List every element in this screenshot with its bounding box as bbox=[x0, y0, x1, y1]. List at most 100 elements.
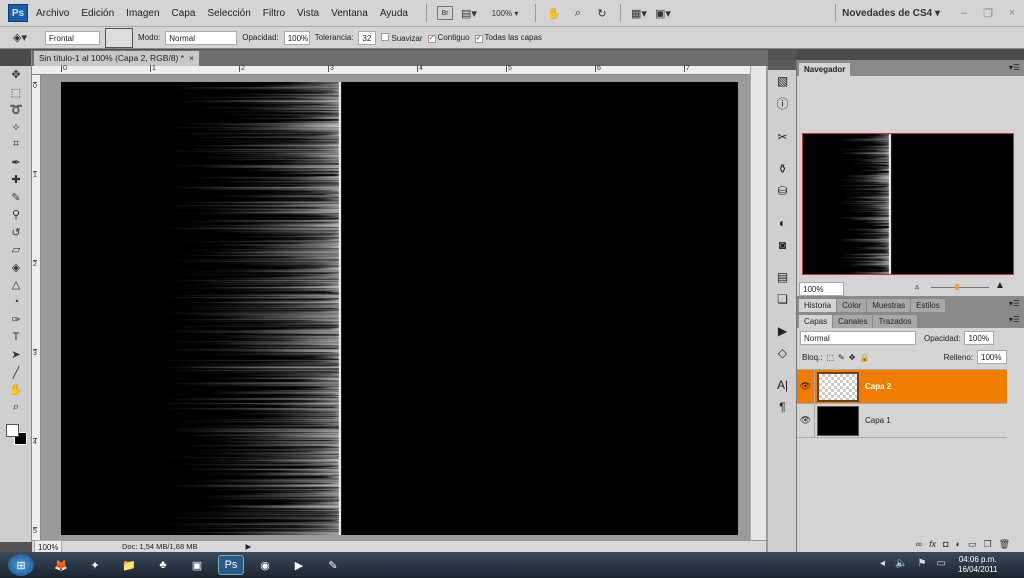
paragraph-icon[interactable]: ¶ bbox=[768, 396, 797, 418]
fill-input[interactable]: 100% bbox=[977, 350, 1007, 364]
network-icon[interactable]: ▭ bbox=[936, 558, 945, 569]
hand-tool-icon[interactable]: ✋ bbox=[0, 381, 32, 399]
actions-icon[interactable]: ⛁ bbox=[768, 180, 797, 202]
clone-stamp-tool-icon[interactable]: ⚲ bbox=[0, 206, 32, 224]
contiguous-checkbox[interactable]: ✓ Contiguo bbox=[427, 33, 470, 43]
color-swatches[interactable] bbox=[0, 420, 31, 450]
zoom-level-dropdown[interactable]: 100% ▾ bbox=[485, 6, 525, 20]
volume-icon[interactable]: 🔈 bbox=[895, 558, 907, 569]
tab-estilos[interactable]: Estilos bbox=[911, 299, 945, 312]
vertical-scrollbar[interactable] bbox=[750, 66, 766, 540]
menu-vista[interactable]: Vista bbox=[297, 8, 319, 19]
tab-trazados[interactable]: Trazados bbox=[873, 315, 917, 328]
blur-tool-icon[interactable]: △ bbox=[0, 276, 32, 294]
mode-select[interactable]: Normal bbox=[165, 30, 238, 45]
menu-imagen[interactable]: Imagen bbox=[126, 8, 159, 19]
layer-opacity-input[interactable]: 100% bbox=[964, 331, 995, 345]
tab-navegador[interactable]: Navegador bbox=[799, 63, 851, 76]
tab-muestras[interactable]: Muestras bbox=[867, 299, 911, 312]
document-tab[interactable]: Sin título-1 al 100% (Capa 2, RGB/8) * × bbox=[34, 51, 199, 66]
all-layers-checkbox[interactable]: ✓ Todas las capas bbox=[474, 33, 542, 43]
fx-icon[interactable]: fx bbox=[929, 539, 936, 550]
zoom-slider-thumb[interactable] bbox=[955, 284, 959, 290]
masks-icon[interactable]: ◙ bbox=[768, 234, 797, 256]
hand-icon[interactable]: ✋ bbox=[546, 6, 562, 20]
history-brush-tool-icon[interactable]: ↺ bbox=[0, 224, 32, 242]
lock-position-icon[interactable]: ✥ bbox=[849, 353, 856, 362]
eyedropper-tool-icon[interactable]: ✒ bbox=[0, 154, 32, 172]
tools-preset-icon[interactable]: ✂ bbox=[768, 126, 797, 148]
navigator-zoom[interactable]: 100% bbox=[799, 282, 844, 296]
new-layer-icon[interactable]: ❐ bbox=[983, 539, 991, 550]
crop-tool-icon[interactable]: ⌗ bbox=[0, 136, 32, 154]
firefox-taskbar-icon[interactable]: 🦊 bbox=[48, 555, 74, 575]
antialias-checkbox[interactable]: Suavizar bbox=[381, 32, 423, 43]
tab-color[interactable]: Color bbox=[837, 299, 867, 312]
zoom-tool-icon[interactable]: ⌕ bbox=[0, 399, 32, 417]
blend-mode-select[interactable]: Normal bbox=[800, 331, 916, 345]
paint-bucket-tool-icon[interactable]: ◈ bbox=[0, 259, 32, 277]
tab-historia[interactable]: Historia bbox=[799, 299, 837, 312]
app-taskbar-icon[interactable]: ▣ bbox=[184, 555, 210, 575]
type-tool-icon[interactable]: T bbox=[0, 329, 32, 347]
app-taskbar-icon[interactable]: ✎ bbox=[320, 555, 346, 575]
visibility-eye-icon[interactable]: 👁 bbox=[797, 403, 815, 438]
view-extras-icon[interactable]: ▤▾ bbox=[461, 6, 477, 20]
eraser-tool-icon[interactable]: ▱ bbox=[0, 241, 32, 259]
zoom-out-icon[interactable]: ▵ bbox=[915, 282, 919, 291]
status-menu-arrow[interactable]: ▶ bbox=[245, 542, 251, 551]
close-icon[interactable]: × bbox=[1004, 6, 1020, 20]
menu-seleccion[interactable]: Selección bbox=[207, 8, 250, 19]
paths-icon[interactable]: ◇ bbox=[768, 342, 797, 364]
link-layers-icon[interactable]: ∞ bbox=[916, 539, 922, 550]
menu-edicion[interactable]: Edición bbox=[81, 8, 114, 19]
bridge-button[interactable]: Br bbox=[437, 6, 453, 20]
layer-row[interactable]: 👁 Capa 2 bbox=[797, 369, 1007, 404]
flag-icon[interactable]: ⚑ bbox=[917, 558, 926, 569]
path-select-tool-icon[interactable]: ➤ bbox=[0, 346, 32, 364]
app-taskbar-icon[interactable]: ◉ bbox=[252, 555, 278, 575]
move-tool-icon[interactable]: ✥ bbox=[0, 66, 32, 84]
visibility-eye-icon[interactable]: 👁 bbox=[797, 369, 815, 404]
layers-icon[interactable]: ▶ bbox=[768, 320, 797, 342]
menu-filtro[interactable]: Filtro bbox=[263, 8, 285, 19]
panel-menu-icon[interactable]: ▾☰ bbox=[1009, 315, 1020, 324]
app-taskbar-icon[interactable]: ✦ bbox=[82, 555, 108, 575]
zoom-icon[interactable]: ⌕ bbox=[570, 6, 586, 20]
paint-bucket-icon[interactable]: ◈▾ bbox=[12, 31, 28, 45]
clock[interactable]: 04:06 p.m. 16/04/2011 bbox=[958, 555, 997, 575]
panel-menu-icon[interactable]: ▾☰ bbox=[1009, 63, 1020, 72]
rotate-view-icon[interactable]: ↻ bbox=[594, 6, 610, 20]
navigator-preview[interactable] bbox=[802, 133, 1014, 275]
menu-ventana[interactable]: Ventana bbox=[331, 8, 368, 19]
dodge-tool-icon[interactable]: ◔ bbox=[0, 294, 32, 312]
media-player-taskbar-icon[interactable]: ▶ bbox=[286, 555, 312, 575]
photoshop-taskbar-icon[interactable]: Ps bbox=[218, 555, 244, 575]
start-button[interactable]: ⊞ bbox=[8, 554, 34, 576]
screen-mode-icon[interactable]: ▣▾ bbox=[655, 6, 671, 20]
adjustments-icon[interactable]: ◐ bbox=[768, 212, 797, 234]
lock-transparency-icon[interactable]: ⬚ bbox=[826, 353, 834, 362]
new-group-icon[interactable]: ▭ bbox=[968, 539, 977, 550]
tolerance-input[interactable]: 32 bbox=[358, 30, 377, 45]
adjustment-layer-icon[interactable]: ◐ bbox=[956, 539, 961, 550]
tray-arrow-icon[interactable]: ◂ bbox=[880, 558, 885, 569]
add-mask-icon[interactable]: ◘ bbox=[943, 539, 948, 550]
info-icon[interactable]: ⓘ bbox=[768, 92, 797, 114]
opacity-input[interactable]: 100% bbox=[283, 30, 310, 45]
pattern-picker[interactable] bbox=[105, 27, 133, 48]
character-icon[interactable]: A| bbox=[768, 374, 797, 396]
brush-tool-icon[interactable]: ✎ bbox=[0, 189, 32, 207]
lock-all-icon[interactable]: 🔒 bbox=[859, 353, 869, 362]
menu-archivo[interactable]: Archivo bbox=[36, 8, 69, 19]
close-tab-icon[interactable]: × bbox=[189, 53, 194, 64]
app-taskbar-icon[interactable]: ♣ bbox=[150, 555, 176, 575]
pen-tool-icon[interactable]: ✑ bbox=[0, 311, 32, 329]
minimize-icon[interactable]: – bbox=[956, 6, 972, 20]
tab-capas[interactable]: Capas bbox=[799, 315, 833, 328]
workspace-switcher[interactable]: Novedades de CS4 ▾ bbox=[842, 8, 940, 19]
marquee-tool-icon[interactable]: ⬚ bbox=[0, 84, 32, 102]
history-icon[interactable]: ▤ bbox=[768, 266, 797, 288]
delete-layer-icon[interactable]: 🗑 bbox=[999, 539, 1010, 550]
restore-icon[interactable]: ❐ bbox=[980, 6, 996, 20]
